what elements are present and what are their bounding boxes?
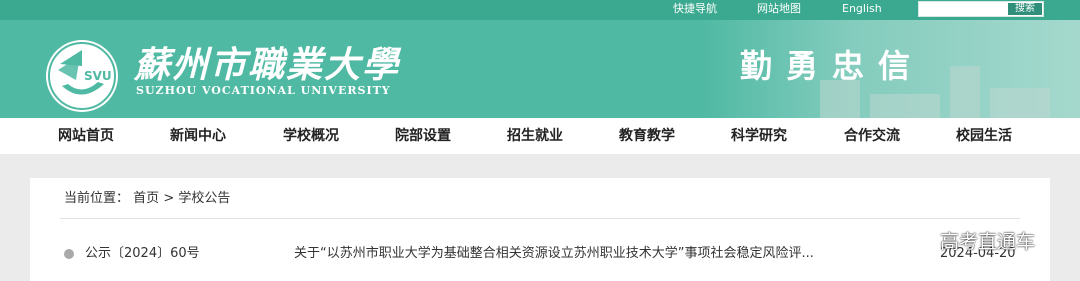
nav-item-cooperation[interactable]: 合作交流 [844, 118, 900, 154]
search-button[interactable]: 搜索 [1008, 3, 1042, 15]
nav-item-departments[interactable]: 院部设置 [395, 118, 451, 154]
nav-item-about[interactable]: 学校概况 [283, 118, 339, 154]
list-bullet-icon [64, 249, 74, 259]
breadcrumb-separator: > [163, 191, 175, 206]
english-link[interactable]: English [842, 2, 882, 16]
school-logo[interactable]: SVU [46, 40, 118, 112]
watermark: 高考直通车 [940, 231, 1036, 253]
breadcrumb: 当前位置： 首页 > 学校公告 [64, 190, 230, 208]
school-motto: 勤勇忠信 [740, 47, 925, 85]
quick-nav-link[interactable]: 快捷导航 [673, 2, 717, 16]
nav-item-research[interactable]: 科学研究 [731, 118, 787, 154]
svu-emblem-icon: SVU [48, 42, 116, 110]
school-name-english: SUZHOU VOCATIONAL UNIVERSITY [136, 84, 391, 97]
top-utility-bar: 快捷导航 网站地图 English 搜索 [0, 0, 1080, 20]
building-silhouette [990, 88, 1050, 118]
content-panel: 当前位置： 首页 > 学校公告 公示〔2024〕60号 关于“以苏州市职业大学为… [30, 178, 1050, 281]
nav-item-admissions[interactable]: 招生就业 [507, 118, 563, 154]
site-map-link[interactable]: 网站地图 [757, 2, 801, 16]
building-silhouette [870, 94, 940, 118]
breadcrumb-current[interactable]: 学校公告 [178, 191, 230, 206]
nav-item-education[interactable]: 教育教学 [619, 118, 675, 154]
breadcrumb-prefix: 当前位置： [64, 191, 130, 206]
nav-item-news[interactable]: 新闻中心 [170, 118, 226, 154]
logo-text: SVU [84, 69, 112, 83]
nav-item-campus-life[interactable]: 校园生活 [956, 118, 1012, 154]
header-banner: SVU 蘇州市職業大學 SUZHOU VOCATIONAL UNIVERSITY… [0, 20, 1080, 118]
search-box: 搜索 [918, 1, 1044, 17]
notice-title-link[interactable]: 关于“以苏州市职业大学为基础整合相关资源设立苏州职业技术大学”事项社会稳定风险评… [294, 245, 814, 263]
school-name-chinese: 蘇州市職業大學 [134, 44, 401, 86]
notice-number: 公示〔2024〕60号 [85, 246, 200, 261]
search-input[interactable] [919, 2, 1007, 16]
main-nav: 网站首页 新闻中心 学校概况 院部设置 招生就业 教育教学 科学研究 合作交流 … [0, 118, 1080, 154]
breadcrumb-home-link[interactable]: 首页 [133, 191, 159, 206]
building-silhouette [950, 66, 980, 118]
nav-item-home[interactable]: 网站首页 [58, 118, 114, 154]
divider [60, 218, 1020, 219]
